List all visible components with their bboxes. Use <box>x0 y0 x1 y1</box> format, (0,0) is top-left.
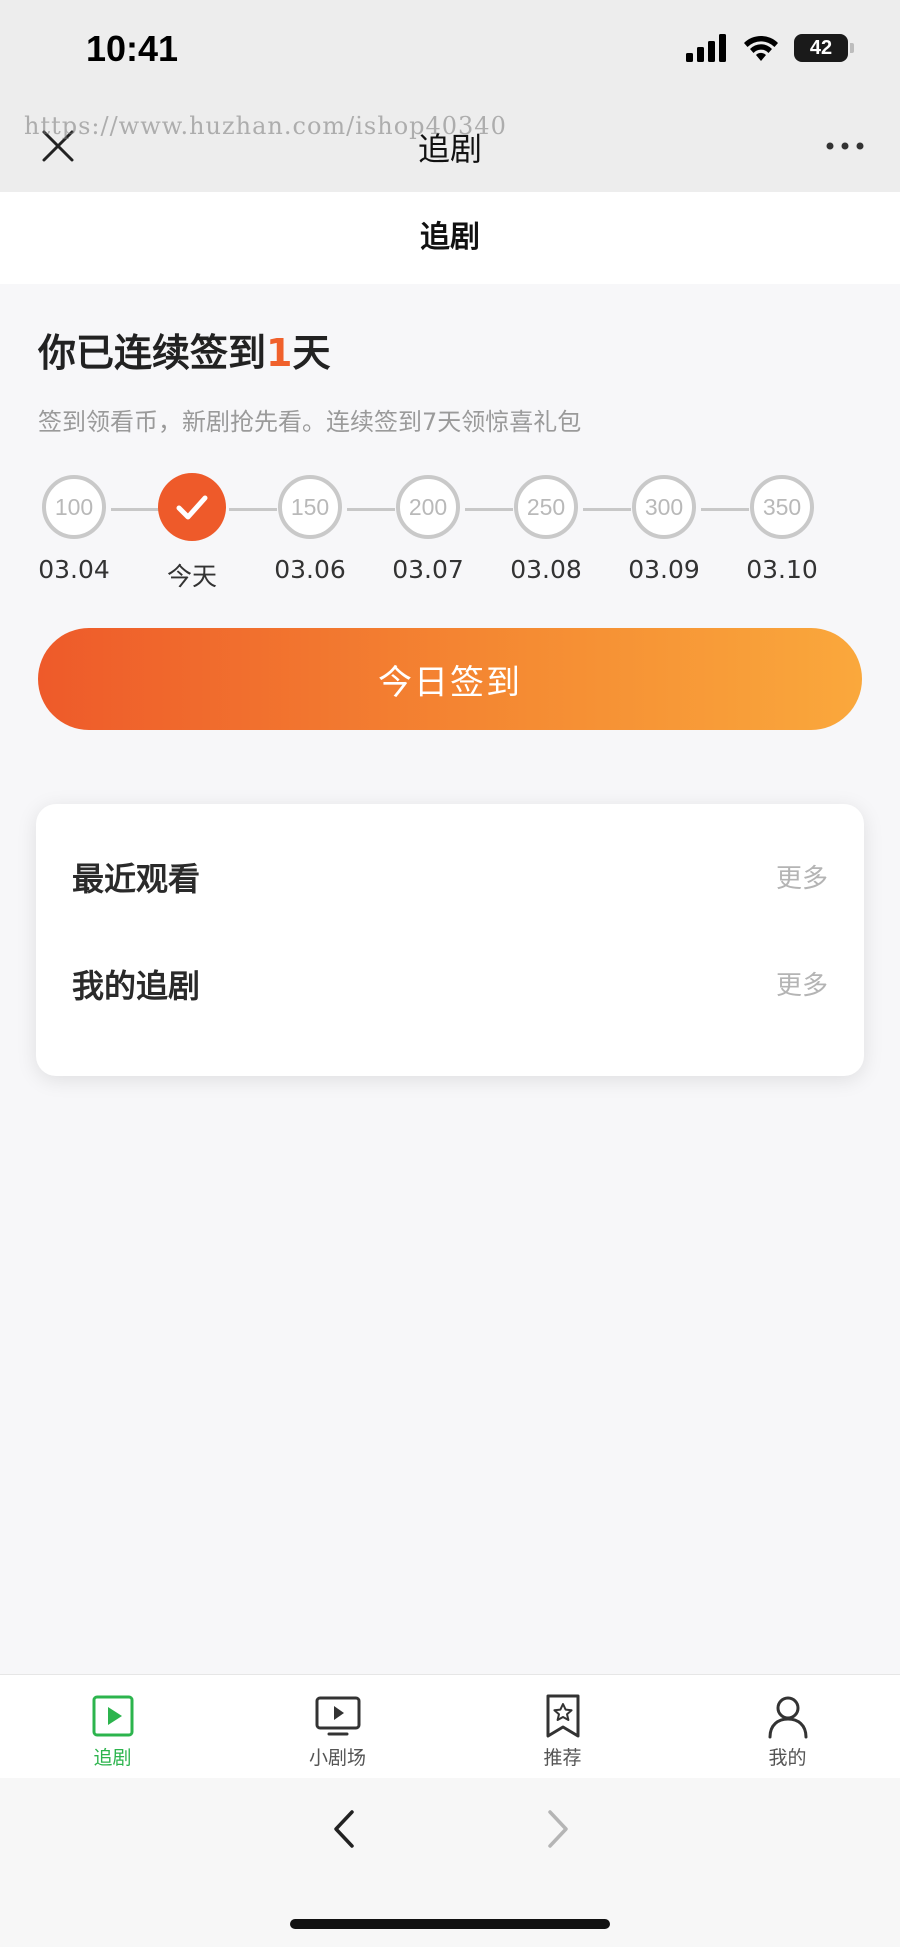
checkin-days-row: 100 03.04 今天 150 03.06 200 03.07 250 03.… <box>0 472 900 592</box>
more-icon[interactable] <box>820 124 870 168</box>
tab-label: 小剧场 <box>308 1747 366 1769</box>
day-coin-checked <box>158 473 226 541</box>
tab-label: 我的 <box>768 1747 807 1769</box>
play-square-icon <box>92 1695 133 1737</box>
home-indicator <box>290 1919 610 1929</box>
day-label: 03.08 <box>510 555 582 584</box>
signal-icon <box>686 34 726 62</box>
day-coin: 100 <box>42 475 106 539</box>
checkin-subtitle: 签到领看币，新剧抢先看。连续签到7天领惊喜礼包 <box>38 408 582 436</box>
status-bar: 10:41 42 <box>0 0 900 100</box>
day-coin: 350 <box>750 475 814 539</box>
checkin-button[interactable]: 今日签到 <box>38 628 862 730</box>
day-label: 03.09 <box>628 555 700 584</box>
day-coin: 150 <box>278 475 342 539</box>
tab-recommend[interactable]: 推荐 <box>450 1675 675 1779</box>
checkin-day: 350 03.10 <box>723 472 841 584</box>
my-following-more-link[interactable]: 更多 <box>776 965 828 1002</box>
checkin-title-suffix: 天 <box>292 331 331 375</box>
checkin-day: 100 03.04 <box>15 472 133 584</box>
day-label: 03.06 <box>274 555 346 584</box>
checkin-title: 你已连续签到1天 <box>38 322 330 377</box>
browser-toolbar <box>0 1778 900 1947</box>
checkin-day: 300 03.09 <box>605 472 723 584</box>
my-following-label: 我的追剧 <box>72 967 201 1005</box>
history-card: 最近观看 更多 我的追剧 更多 <box>36 804 864 1076</box>
day-coin: 200 <box>396 475 460 539</box>
tab-label: 推荐 <box>543 1747 582 1769</box>
checkin-day: 200 03.07 <box>369 472 487 584</box>
checkin-days-count: 1 <box>266 331 293 375</box>
day-coin: 300 <box>632 475 696 539</box>
user-icon <box>768 1696 807 1739</box>
tab-theater[interactable]: 小剧场 <box>225 1675 450 1779</box>
recent-watch-more-link[interactable]: 更多 <box>776 858 828 895</box>
wifi-icon <box>744 35 778 61</box>
tab-follow[interactable]: 追剧 <box>0 1675 225 1779</box>
day-label: 03.10 <box>746 555 818 584</box>
tab-label: 追剧 <box>93 1747 132 1769</box>
checkin-day: 150 03.06 <box>251 472 369 584</box>
status-icons: 42 <box>686 34 854 62</box>
tab-mine[interactable]: 我的 <box>675 1675 900 1779</box>
checkin-day-today: 今天 <box>133 472 251 593</box>
day-label: 今天 <box>166 562 217 591</box>
bookmark-star-icon <box>546 1694 579 1738</box>
check-icon <box>176 495 208 520</box>
day-coin: 250 <box>514 475 578 539</box>
my-following-row[interactable]: 我的追剧 更多 <box>72 951 828 1011</box>
tab-bar: 追剧 小剧场 推荐 我的 <box>0 1674 900 1778</box>
page-header: 追剧 <box>0 192 900 284</box>
back-arrow-icon[interactable] <box>322 1804 368 1854</box>
recent-watch-label: 最近观看 <box>72 860 201 898</box>
day-label: 03.04 <box>38 555 110 584</box>
forward-arrow-icon[interactable] <box>534 1804 580 1854</box>
checkin-title-prefix: 你已连续签到 <box>38 331 267 375</box>
watermark: https://www.huzhan.com/ishop40340 <box>24 112 507 140</box>
checkin-day: 250 03.08 <box>487 472 605 584</box>
tv-play-icon <box>315 1696 360 1736</box>
battery-icon: 42 <box>794 34 854 62</box>
day-label: 03.07 <box>392 555 464 584</box>
recent-watch-row[interactable]: 最近观看 更多 <box>72 844 828 904</box>
status-time: 10:41 <box>86 28 179 69</box>
